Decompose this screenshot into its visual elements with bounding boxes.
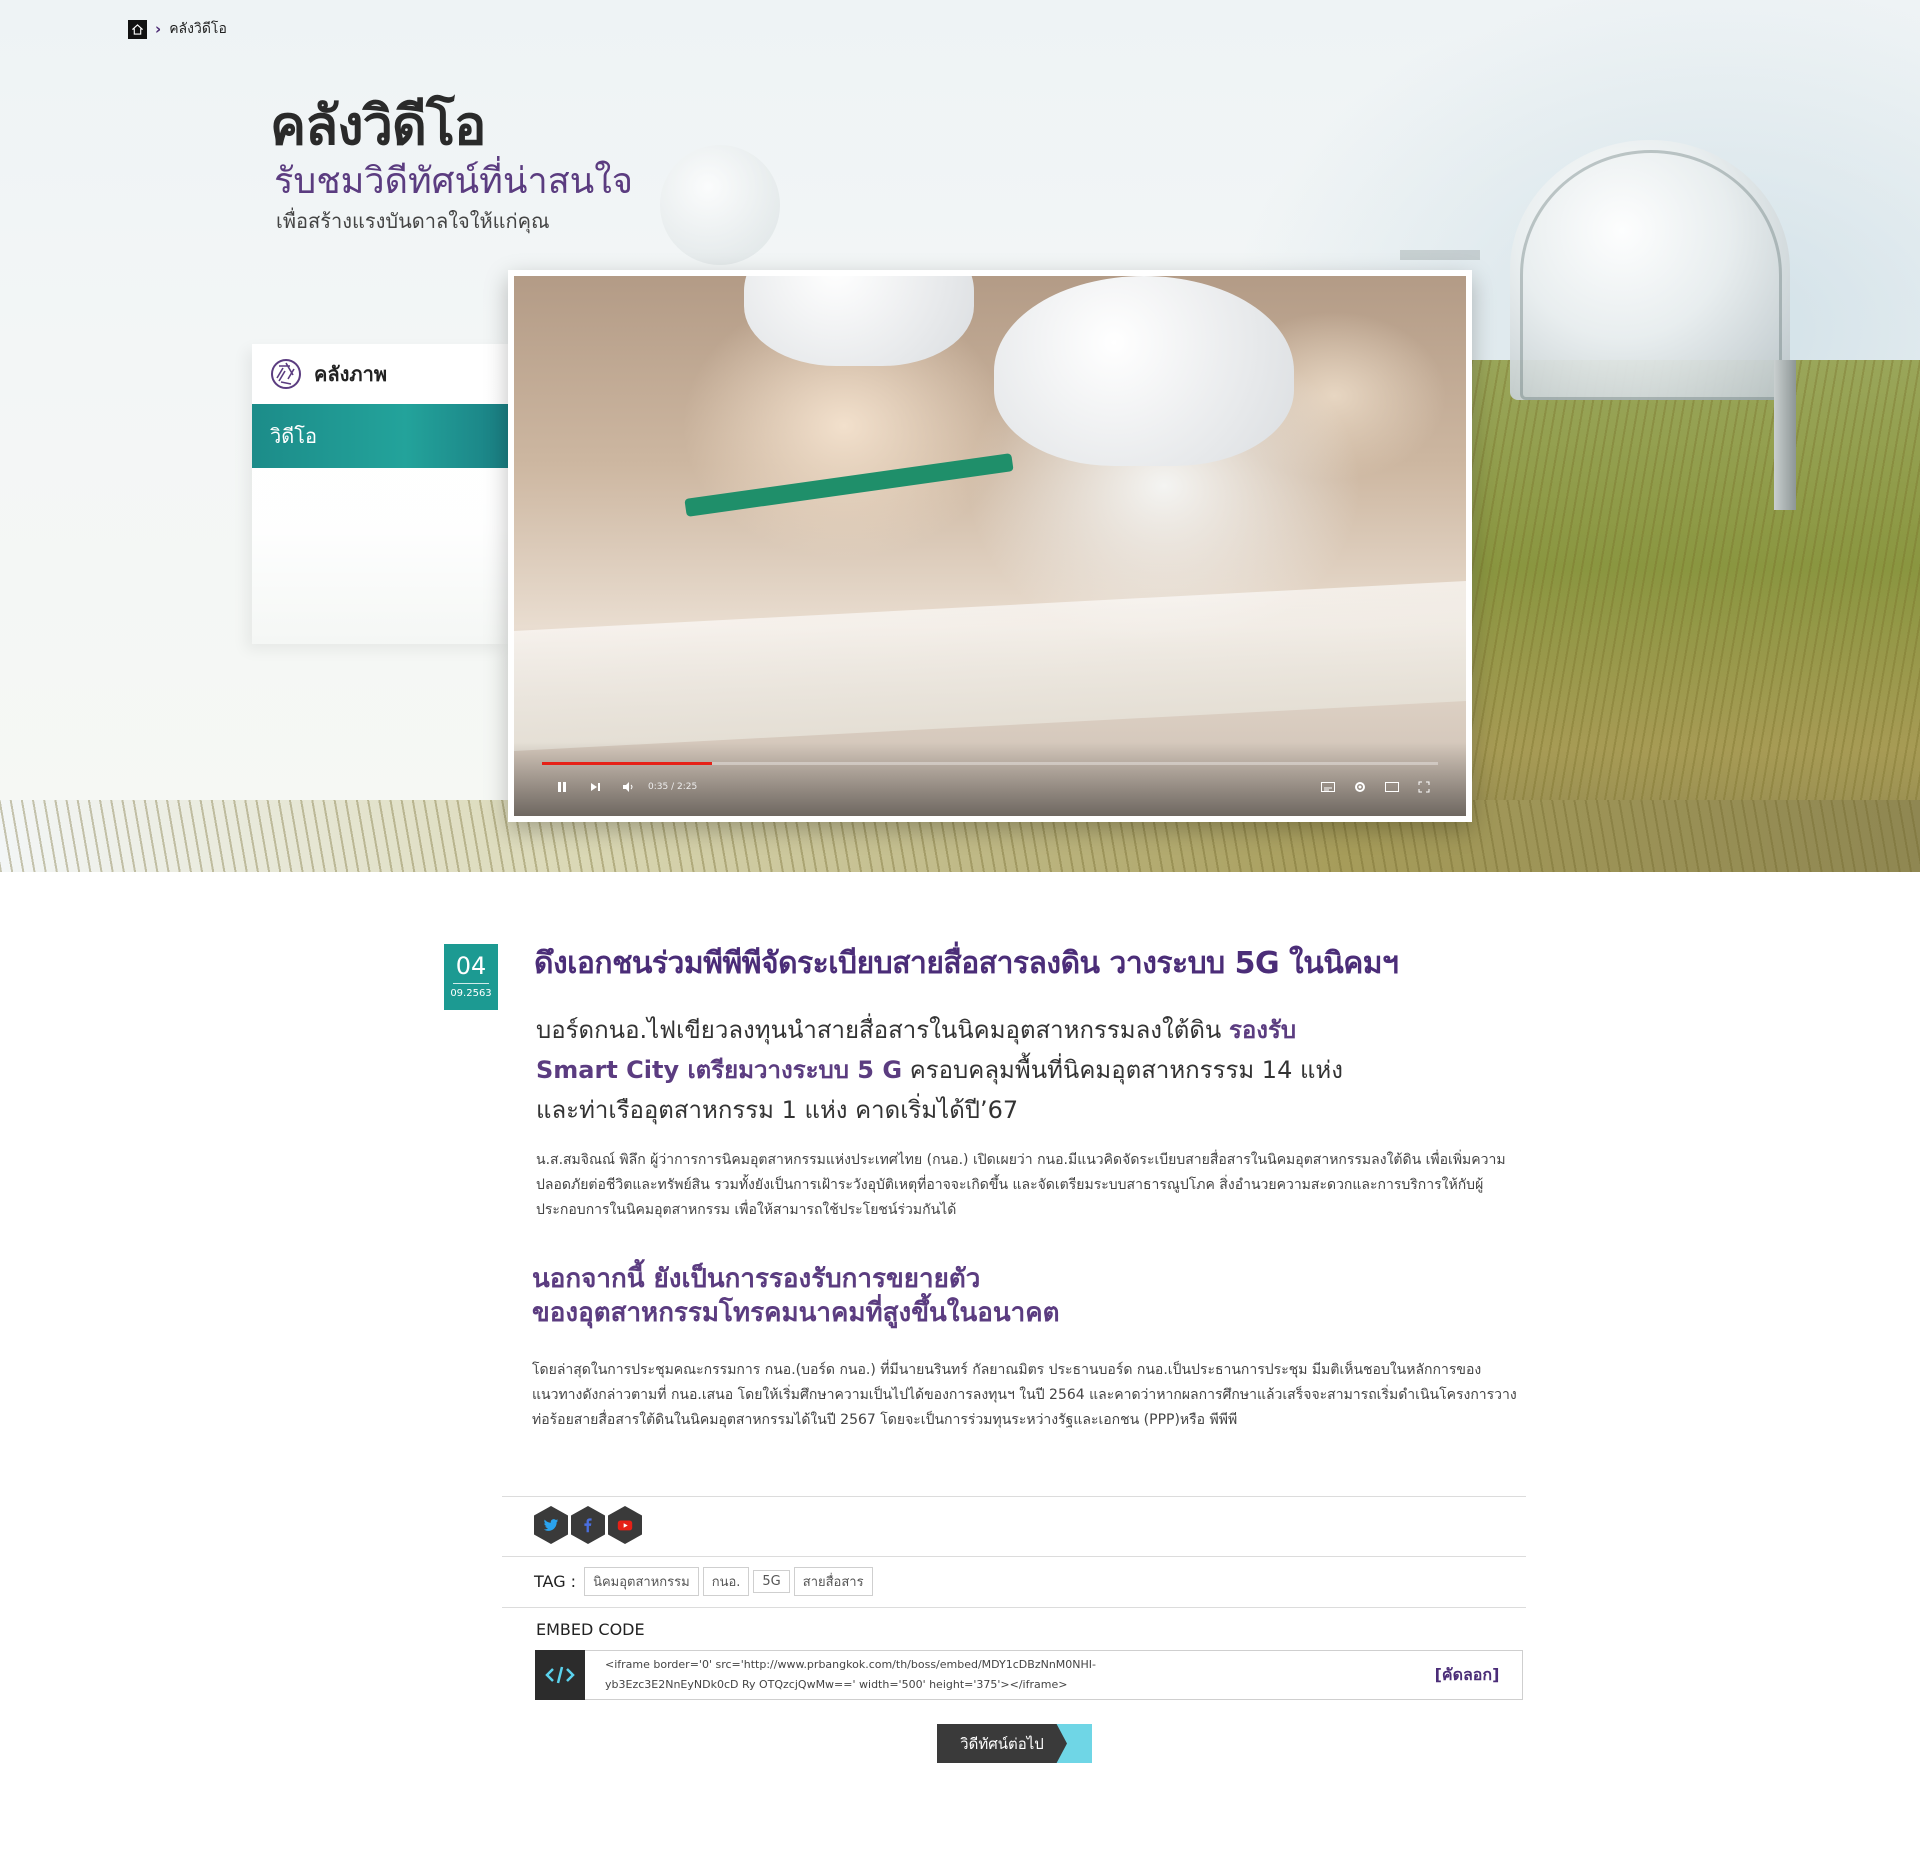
page-subtitle: รับชมวิดีทัศน์ที่น่าสนใจ	[274, 161, 633, 202]
embed-label: EMBED CODE	[536, 1620, 645, 1639]
article-headline: ดึงเอกชนร่วมพีพีพีจัดระเบียบสายสื่อสารลง…	[534, 946, 1399, 981]
video-hacksaw	[684, 453, 1014, 517]
date-divider	[453, 983, 489, 984]
embed-code-text[interactable]: <iframe border='0' src='http://www.prban…	[585, 1651, 1412, 1699]
next-video-label: วิดีทัศน์ต่อไป	[937, 1724, 1067, 1763]
video-wood-board	[514, 581, 1466, 751]
article-paragraph-2: โดยล่าสุดในการประชุมคณะกรรมการ กนอ.(บอร์…	[532, 1362, 1517, 1428]
embed-code-box: <iframe border='0' src='http://www.prban…	[535, 1650, 1523, 1700]
embed-code-line: <iframe border='0' src='http://www.prban…	[605, 1658, 1097, 1671]
fullscreen-icon[interactable]	[1416, 776, 1432, 798]
video-progress-fill	[542, 762, 713, 765]
next-video-button[interactable]: วิดีทัศน์ต่อไป	[937, 1724, 1092, 1763]
video-progress-bar[interactable]	[542, 762, 1438, 765]
embed-code-line: yb3Ezc3E2NnEyNDk0cD Ry OTQzcjQwMw==' wid…	[605, 1678, 1068, 1691]
lead-line-3: และท่าเรืออุตสาหกรรม 1 แห่ง คาดเริ่มได้ป…	[536, 1096, 1019, 1124]
background-pipe	[1400, 250, 1480, 260]
date-full: 09.2563	[450, 988, 492, 999]
tag-item[interactable]: สายสื่อสาร	[793, 1567, 873, 1596]
breadcrumb: › คลังวิดีโอ	[128, 18, 227, 40]
tag-item[interactable]: นิคมอุตสาหกรรม	[584, 1567, 699, 1596]
video-time: 0:35 / 2:25	[648, 782, 698, 792]
background-tank-ghost	[660, 145, 780, 265]
share-buttons	[534, 1506, 642, 1544]
video-helmet-right	[994, 276, 1294, 466]
video-helmet-left	[744, 276, 974, 366]
video-controls: 0:35 / 2:25	[514, 742, 1466, 816]
home-icon[interactable]	[128, 19, 147, 39]
lead-highlight: รองรับ	[1228, 1016, 1297, 1044]
pause-icon[interactable]	[554, 776, 570, 798]
code-icon	[535, 1650, 585, 1700]
copy-button[interactable]: [คัดลอก]	[1412, 1651, 1522, 1699]
lead-text: ครอบคลุมพื้นที่นิคมอุตสาหกรรรม 14 แห่ง	[902, 1056, 1343, 1084]
lead-text: บอร์ดกนอ.ไฟเขียวลงทุนนำสายสื่อสารในนิคมอ…	[536, 1016, 1229, 1044]
volume-icon[interactable]	[620, 776, 636, 798]
lead-line-2: Smart City เตรียมวางระบบ 5 G ครอบคลุมพื้…	[536, 1050, 1356, 1090]
sidebar-item-video[interactable]: วิดีโอ	[252, 404, 508, 468]
subtitles-icon[interactable]	[1320, 776, 1336, 798]
settings-icon[interactable]	[1352, 776, 1368, 798]
divider	[502, 1556, 1526, 1557]
background-tank-frame	[1520, 150, 1782, 400]
tag-item[interactable]: กนอ.	[702, 1567, 750, 1596]
lead-highlight: Smart City เตรียมวางระบบ 5 G	[536, 1056, 903, 1084]
theater-icon[interactable]	[1384, 776, 1400, 798]
tag-label: TAG :	[534, 1572, 577, 1591]
youtube-icon[interactable]	[608, 1506, 642, 1544]
divider	[502, 1607, 1526, 1608]
background-pole	[1774, 360, 1796, 510]
date-badge: 04 09.2563	[444, 944, 498, 1010]
video-player[interactable]: 0:35 / 2:25	[514, 276, 1466, 816]
facebook-icon[interactable]	[571, 1506, 605, 1544]
subhead-line-2: ของอุตสาหกรรมโทรคมนาคมที่สูงขึ้นในอนาคต	[532, 1298, 1060, 1328]
date-day: 04	[455, 952, 487, 980]
camera-aperture-icon	[271, 359, 301, 389]
page-caption: เพื่อสร้างแรงบันดาลใจให้แก่คุณ	[276, 209, 550, 233]
breadcrumb-current[interactable]: คลังวิดีโอ	[169, 18, 227, 40]
sidebar-item-gallery[interactable]: คลังภาพ	[252, 344, 508, 404]
next-icon[interactable]	[588, 776, 604, 798]
article-paragraph-1: น.ส.สมจิณณ์ พิลึก ผู้ว่าการการนิคมอุตสาห…	[536, 1152, 1506, 1218]
article-subhead: นอกจากนี้ ยังเป็นการรองรับการขยายตัว ของ…	[532, 1262, 1232, 1330]
video-player-frame: 0:35 / 2:25	[508, 270, 1472, 822]
article-lead: บอร์ดกนอ.ไฟเขียวลงทุนนำสายสื่อสารในนิคมอ…	[536, 1010, 1356, 1130]
subhead-line-1: นอกจากนี้ ยังเป็นการรองรับการขยายตัว	[532, 1264, 981, 1294]
sidebar: คลังภาพ วิดีโอ	[252, 344, 508, 644]
hero-banner: › คลังวิดีโอ คลังวิดีโอ รับชมวิดีทัศน์ที…	[0, 0, 1920, 872]
chevron-right-icon: ›	[155, 20, 162, 38]
sidebar-heading-label: คลังภาพ	[314, 362, 387, 386]
tag-item[interactable]: 5G	[753, 1570, 790, 1593]
twitter-icon[interactable]	[534, 1506, 568, 1544]
tag-list: TAG : นิคมอุตสาหกรรม กนอ. 5G สายสื่อสาร	[534, 1567, 873, 1596]
lead-line-1: บอร์ดกนอ.ไฟเขียวลงทุนนำสายสื่อสารในนิคมอ…	[536, 1010, 1356, 1050]
divider	[502, 1496, 1526, 1497]
